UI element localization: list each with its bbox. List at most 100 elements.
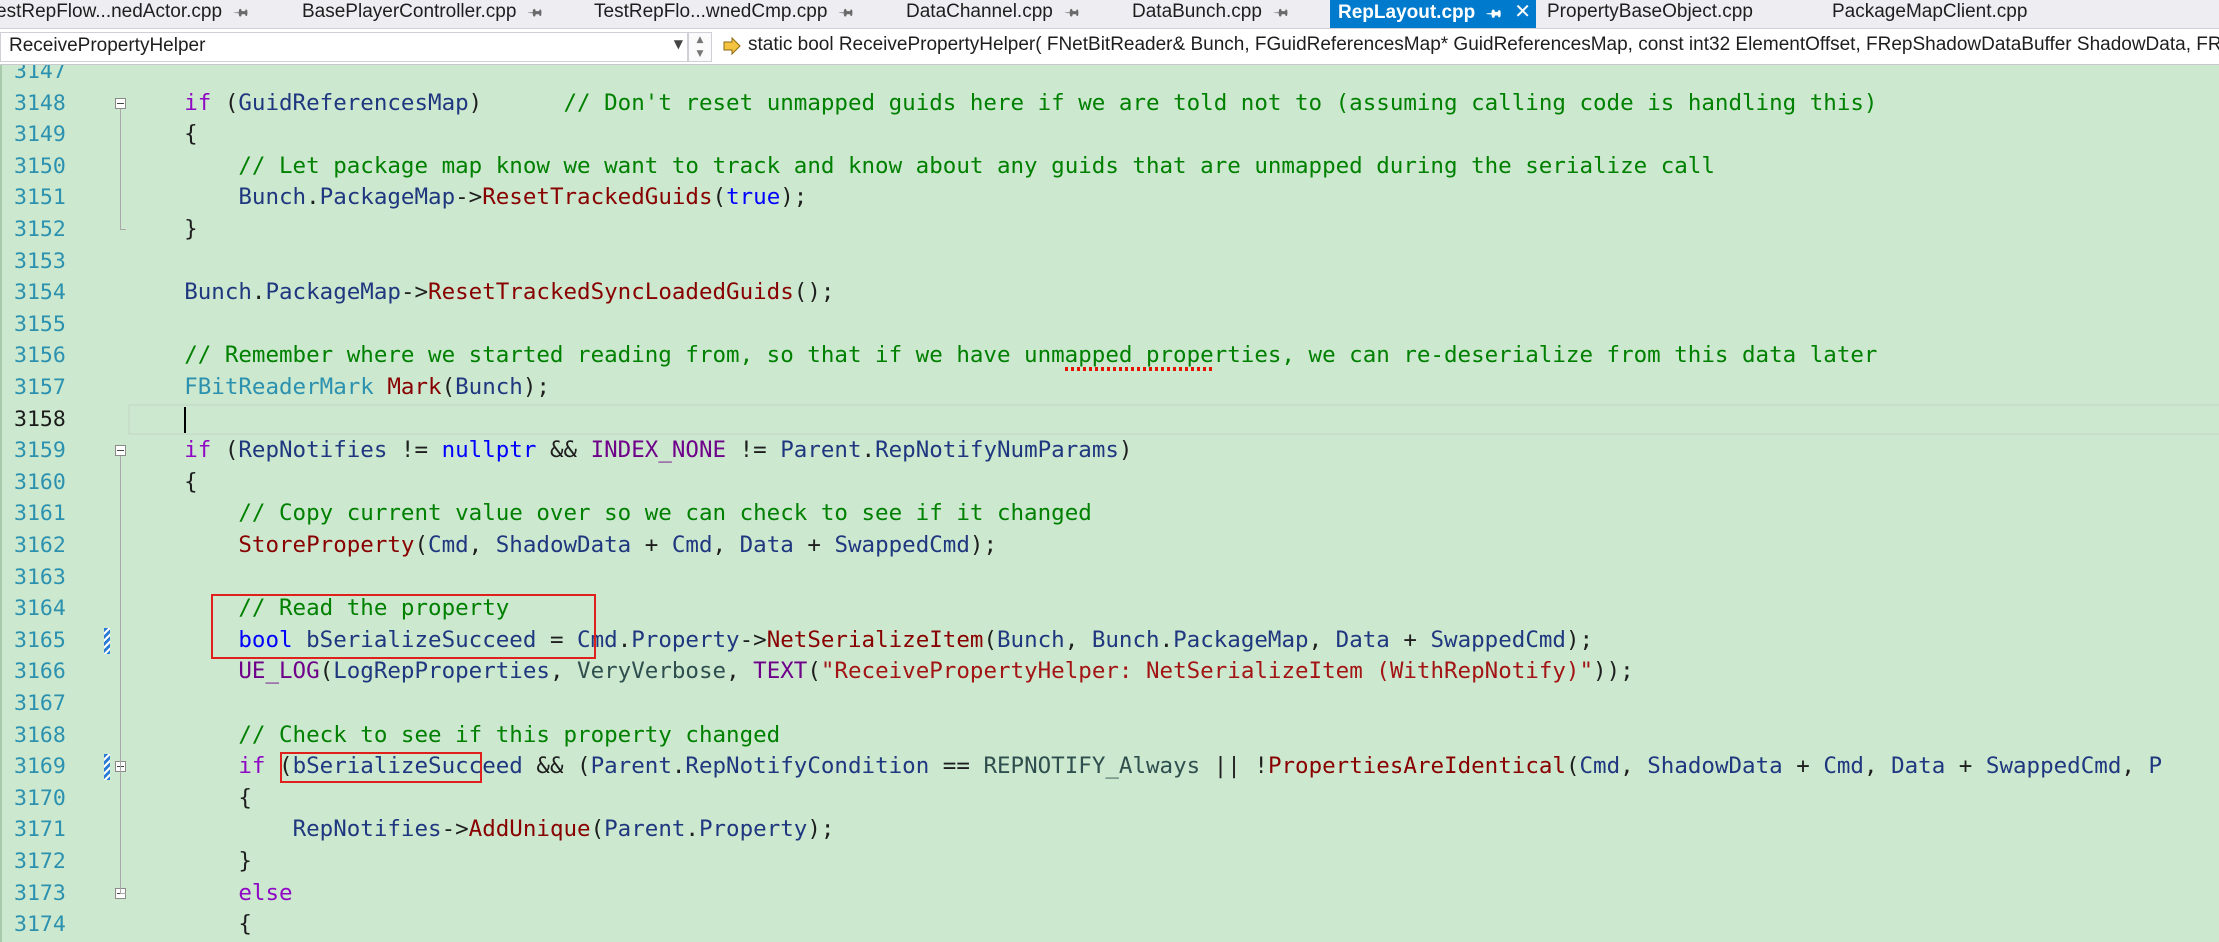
code-text: FBitReaderMark Mark(Bunch); xyxy=(130,372,550,404)
code-token: Parent xyxy=(780,437,862,464)
code-token: . xyxy=(671,753,686,780)
code-line[interactable]: 3162 StoreProperty(Cmd, ShadowData + Cmd… xyxy=(0,530,2219,562)
line-number: 3151 xyxy=(14,185,66,211)
code-line[interactable]: 3150 // Let package map know we want to … xyxy=(0,151,2219,183)
code-token: TEXT xyxy=(753,658,808,685)
member-dropdown-value[interactable]: static bool ReceivePropertyHelper( FNetB… xyxy=(748,34,2219,56)
code-text: if (GuidReferencesMap) // Don't reset un… xyxy=(130,88,1877,120)
navigation-bar: ReceivePropertyHelper ▼ ▲ ▼ static bool … xyxy=(0,29,2219,65)
code-line[interactable]: 3154 Bunch.PackageMap->ResetTrackedSyncL… xyxy=(0,277,2219,309)
scope-dropdown-value: ReceivePropertyHelper xyxy=(9,35,206,56)
code-token: LogRepProperties xyxy=(333,658,550,685)
collapse-icon[interactable] xyxy=(115,445,126,457)
code-line[interactable]: 3147 xyxy=(0,65,2219,88)
line-number: 3170 xyxy=(14,785,66,811)
code-token: ( xyxy=(1565,753,1580,780)
line-number: 3166 xyxy=(14,659,66,685)
spellcheck-squiggle xyxy=(1064,367,1214,372)
code-token: , xyxy=(1620,753,1648,780)
code-token: PackageMap xyxy=(1173,626,1309,653)
code-line[interactable]: 3148 if (GuidReferencesMap) // Don't res… xyxy=(0,88,2219,120)
close-icon[interactable]: ✕ xyxy=(1514,1,1531,23)
code-token: -> xyxy=(441,816,469,843)
code-text: } xyxy=(130,846,252,878)
scope-spinner[interactable]: ▲ ▼ xyxy=(688,32,712,62)
code-line[interactable]: 3170 { xyxy=(0,783,2219,815)
code-line[interactable]: 3163 xyxy=(0,562,2219,594)
pin-icon[interactable]: 🖈︎ xyxy=(1269,0,1295,25)
code-token: . xyxy=(306,184,320,211)
code-text: StoreProperty(Cmd, ShadowData + Cmd, Dat… xyxy=(130,530,997,562)
code-line[interactable]: 3152 } xyxy=(0,214,2219,246)
code-token: ( xyxy=(414,532,429,558)
tab-testrepflow-ownedcmp[interactable]: TestRepFlo...wnedCmp.cpp 🖈︎ xyxy=(594,0,858,28)
code-token: -> xyxy=(400,279,429,306)
chevron-up-icon[interactable]: ▲ xyxy=(689,33,711,47)
tab-databunch[interactable]: DataBunch.cpp 🖈︎ xyxy=(1132,0,1293,28)
pin-icon[interactable]: 🖈︎ xyxy=(1060,0,1086,25)
code-line[interactable]: 3153 xyxy=(0,246,2219,278)
collapse-icon[interactable] xyxy=(115,97,126,109)
code-line[interactable]: 3157 FBitReaderMark Mark(Bunch); xyxy=(0,372,2219,404)
code-line[interactable]: 3174 { xyxy=(0,909,2219,941)
line-number: 3153 xyxy=(14,248,66,274)
pin-icon[interactable]: 🖈︎ xyxy=(524,0,550,25)
code-line[interactable]: 3166 UE_LOG(LogRepProperties, VeryVerbos… xyxy=(0,656,2219,688)
code-line[interactable]: 3168 // Check to see if this property ch… xyxy=(0,720,2219,752)
code-token: Bunch xyxy=(238,184,307,211)
code-token: Data xyxy=(1335,626,1390,653)
annotation-box-read-property xyxy=(211,594,597,660)
code-line[interactable]: 3149 { xyxy=(0,119,2219,151)
code-line[interactable]: 3160 { xyxy=(0,467,2219,499)
code-token: if xyxy=(184,437,212,464)
chevron-down-icon[interactable]: ▼ xyxy=(674,37,683,51)
tab-testrepflow-ownedactor[interactable]: estRepFlow...nedActor.cpp 🖈︎ xyxy=(0,0,253,28)
tab-packagemapclient[interactable]: PackageMapClient.cpp xyxy=(1832,0,2027,28)
change-indicator xyxy=(104,627,110,654)
code-line[interactable]: 3173 else xyxy=(0,878,2219,910)
tab-datachannel[interactable]: DataChannel.cpp 🖈︎ xyxy=(906,0,1084,28)
tab-replayout[interactable]: RepLayout.cpp 🖈︎ ✕ xyxy=(1330,0,1536,28)
line-number: 3147 xyxy=(14,65,66,84)
tab-label: PackageMapClient.cpp xyxy=(1832,1,2028,22)
code-token: // Don't reset unmapped guids here if we… xyxy=(563,89,1878,116)
code-text: // Check to see if this property changed xyxy=(130,720,780,752)
code-line[interactable]: 3155 xyxy=(0,309,2219,341)
code-line[interactable]: 3172 } xyxy=(0,846,2219,878)
code-token: + xyxy=(1782,753,1824,780)
code-token: ShadowData xyxy=(495,532,632,558)
tab-propertybaseobject[interactable]: PropertyBaseObject.cpp xyxy=(1547,0,1753,28)
pin-icon[interactable]: 🖈︎ xyxy=(229,0,255,25)
code-line[interactable]: 3167 xyxy=(0,688,2219,720)
code-text: // Remember where we started reading fro… xyxy=(130,340,1877,372)
code-token: + xyxy=(793,532,835,558)
code-token: ); xyxy=(522,374,550,400)
chevron-down-icon[interactable]: ▼ xyxy=(689,47,711,61)
code-text: // Copy current value over so we can che… xyxy=(130,498,1091,530)
code-token: Bunch xyxy=(184,279,252,306)
code-token: + xyxy=(631,532,672,558)
code-token: Data xyxy=(739,532,794,558)
code-line[interactable]: 3151 Bunch.PackageMap->ResetTrackedGuids… xyxy=(0,182,2219,214)
code-token: && xyxy=(536,437,591,464)
pin-icon[interactable]: 🖈︎ xyxy=(835,0,861,25)
code-line[interactable]: 3159 if (RepNotifies != nullptr && INDEX… xyxy=(0,435,2219,467)
pin-icon[interactable]: 🖈︎ xyxy=(1483,0,1509,26)
code-line[interactable]: 3171 RepNotifies->AddUnique(Parent.Prope… xyxy=(0,814,2219,846)
code-token: "ReceivePropertyHelper: NetSerializeItem… xyxy=(820,658,1594,685)
code-token: VeryVerbose xyxy=(577,658,727,685)
code-editor[interactable]: 3147 3148 if (GuidReferencesMap) // Don'… xyxy=(0,65,2219,942)
line-number: 3155 xyxy=(14,311,66,337)
code-line[interactable]: 3161 // Copy current value over so we ca… xyxy=(0,498,2219,530)
tab-baseplayercontroller[interactable]: BasePlayerController.cpp 🖈︎ xyxy=(302,0,547,28)
code-token: Cmd xyxy=(1823,753,1864,780)
code-token: if xyxy=(184,89,212,116)
scope-dropdown[interactable]: ReceivePropertyHelper ▼ xyxy=(0,32,688,62)
code-token: Property xyxy=(698,816,808,843)
